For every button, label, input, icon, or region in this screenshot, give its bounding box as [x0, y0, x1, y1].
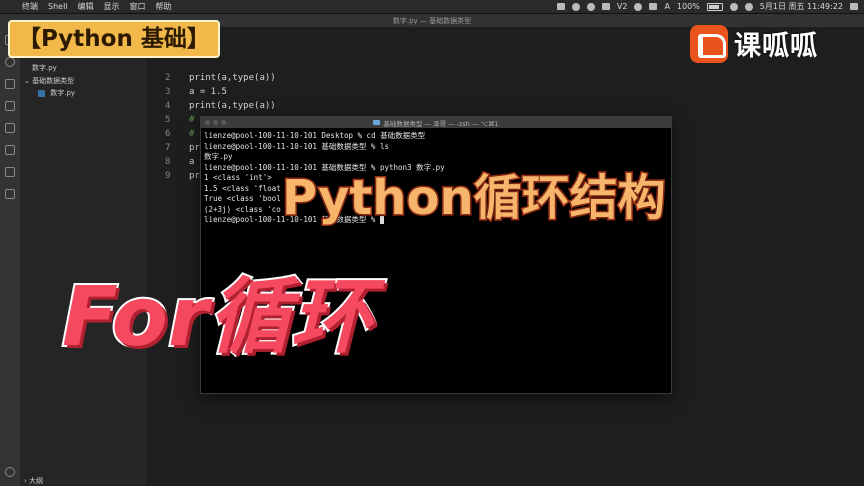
- brand-logo: 课呱呱: [690, 24, 818, 63]
- code-line[interactable]: #: [189, 115, 194, 125]
- keyboard-a-status[interactable]: A: [664, 2, 669, 11]
- v2-status[interactable]: V2: [617, 2, 628, 11]
- logo-icon: [690, 24, 728, 63]
- open-editor-label: 数字.py: [32, 64, 57, 72]
- code-line[interactable]: a = 1.5: [189, 87, 227, 97]
- zoom-button[interactable]: [221, 120, 226, 125]
- remote-icon[interactable]: [5, 167, 15, 177]
- menu-view[interactable]: 显示: [104, 1, 120, 12]
- wifi-icon[interactable]: [634, 2, 643, 11]
- menubar: 终端 Shell 编辑 显示 窗口 帮助 V2 A 100% 5月1日 周五 1…: [0, 0, 864, 14]
- clipboard-icon[interactable]: [601, 3, 610, 10]
- terminal-line: lienze@pool-100-11-10-101 基础数据类型 % ls: [204, 141, 389, 151]
- window-title: 数字.py — 基础数据类型: [392, 16, 472, 25]
- notification-icon[interactable]: [850, 3, 858, 10]
- logo-text: 课呱呱: [734, 31, 818, 62]
- code-line[interactable]: print(a,type(a)): [189, 101, 276, 111]
- outline-section[interactable]: › 大纲: [24, 476, 43, 486]
- folder-label: 基础数据类型: [32, 77, 75, 85]
- screen-icon[interactable]: [556, 3, 565, 10]
- extensions-icon[interactable]: [5, 123, 15, 133]
- menu-help[interactable]: 帮助: [156, 1, 172, 12]
- code-line[interactable]: a: [189, 157, 194, 167]
- status-area: V2 A 100% 5月1日 周五 11:49:22: [556, 1, 858, 12]
- code-line[interactable]: #: [189, 129, 194, 139]
- clock[interactable]: 5月1日 周五 11:49:22: [760, 1, 843, 12]
- window-controls: [205, 120, 226, 125]
- menu-window[interactable]: 窗口: [130, 1, 146, 12]
- folder-icon: [373, 120, 381, 125]
- battery-icon[interactable]: [706, 2, 723, 11]
- menu-terminal[interactable]: 终端: [22, 1, 38, 12]
- user-icon[interactable]: [744, 2, 753, 11]
- video-title: For循环: [60, 268, 374, 367]
- debug-icon[interactable]: [5, 101, 15, 111]
- file-label: 数字.py: [50, 89, 76, 97]
- code-line[interactable]: print(a,type(a)): [189, 73, 276, 83]
- chevron-down-icon: ⌄: [24, 77, 30, 85]
- line-number: 5: [165, 115, 171, 125]
- line-number: 6: [165, 129, 171, 139]
- menu-shell[interactable]: Shell: [48, 2, 68, 11]
- terminal-titlebar[interactable]: 基础数据类型 — 泽哥 — -zsh — ⌥⌘1: [201, 117, 671, 128]
- search-icon[interactable]: [729, 2, 738, 11]
- settings-icon[interactable]: [5, 467, 15, 477]
- line-number: 4: [165, 101, 171, 111]
- terminal-line: lienze@pool-100-11-10-101 Desktop % cd 基…: [204, 131, 426, 140]
- outline-label: 大纲: [29, 477, 44, 485]
- input-source-icon[interactable]: [649, 3, 658, 10]
- line-number: 2: [165, 73, 171, 83]
- book-icon[interactable]: [5, 189, 15, 199]
- terminal-line: 数字.py: [204, 152, 233, 161]
- series-badge: 【Python 基础】: [8, 20, 220, 58]
- line-number: 3: [165, 87, 171, 97]
- test-icon[interactable]: [5, 145, 15, 155]
- file-item[interactable]: 数字.py: [38, 88, 75, 98]
- line-number: 8: [165, 157, 171, 167]
- code-line[interactable]: pr: [189, 171, 200, 181]
- source-control-icon[interactable]: [5, 79, 15, 89]
- record-icon[interactable]: [571, 2, 580, 11]
- menu-edit[interactable]: 编辑: [78, 1, 94, 12]
- minimize-button[interactable]: [213, 120, 218, 125]
- code-line[interactable]: pr: [189, 143, 200, 153]
- chevron-right-icon: ›: [24, 477, 27, 485]
- line-number: 7: [165, 143, 171, 153]
- activity-bar: [0, 27, 20, 486]
- explorer-sidebar: 数字.py ⌄ 基础数据类型 数字.py: [20, 27, 147, 486]
- battery-percent: 100%: [676, 2, 700, 11]
- sync-icon[interactable]: [586, 2, 595, 11]
- python-file-icon: [38, 89, 45, 97]
- folder-item[interactable]: ⌄ 基础数据类型: [24, 76, 74, 86]
- line-number: 9: [165, 171, 171, 181]
- close-button[interactable]: [205, 120, 210, 125]
- open-editor-item[interactable]: 数字.py: [32, 63, 57, 73]
- video-subtitle: Python循环结构: [281, 169, 668, 228]
- terminal-title: 基础数据类型 — 泽哥 — -zsh — ⌥⌘1: [383, 119, 499, 128]
- search-icon[interactable]: [5, 57, 15, 67]
